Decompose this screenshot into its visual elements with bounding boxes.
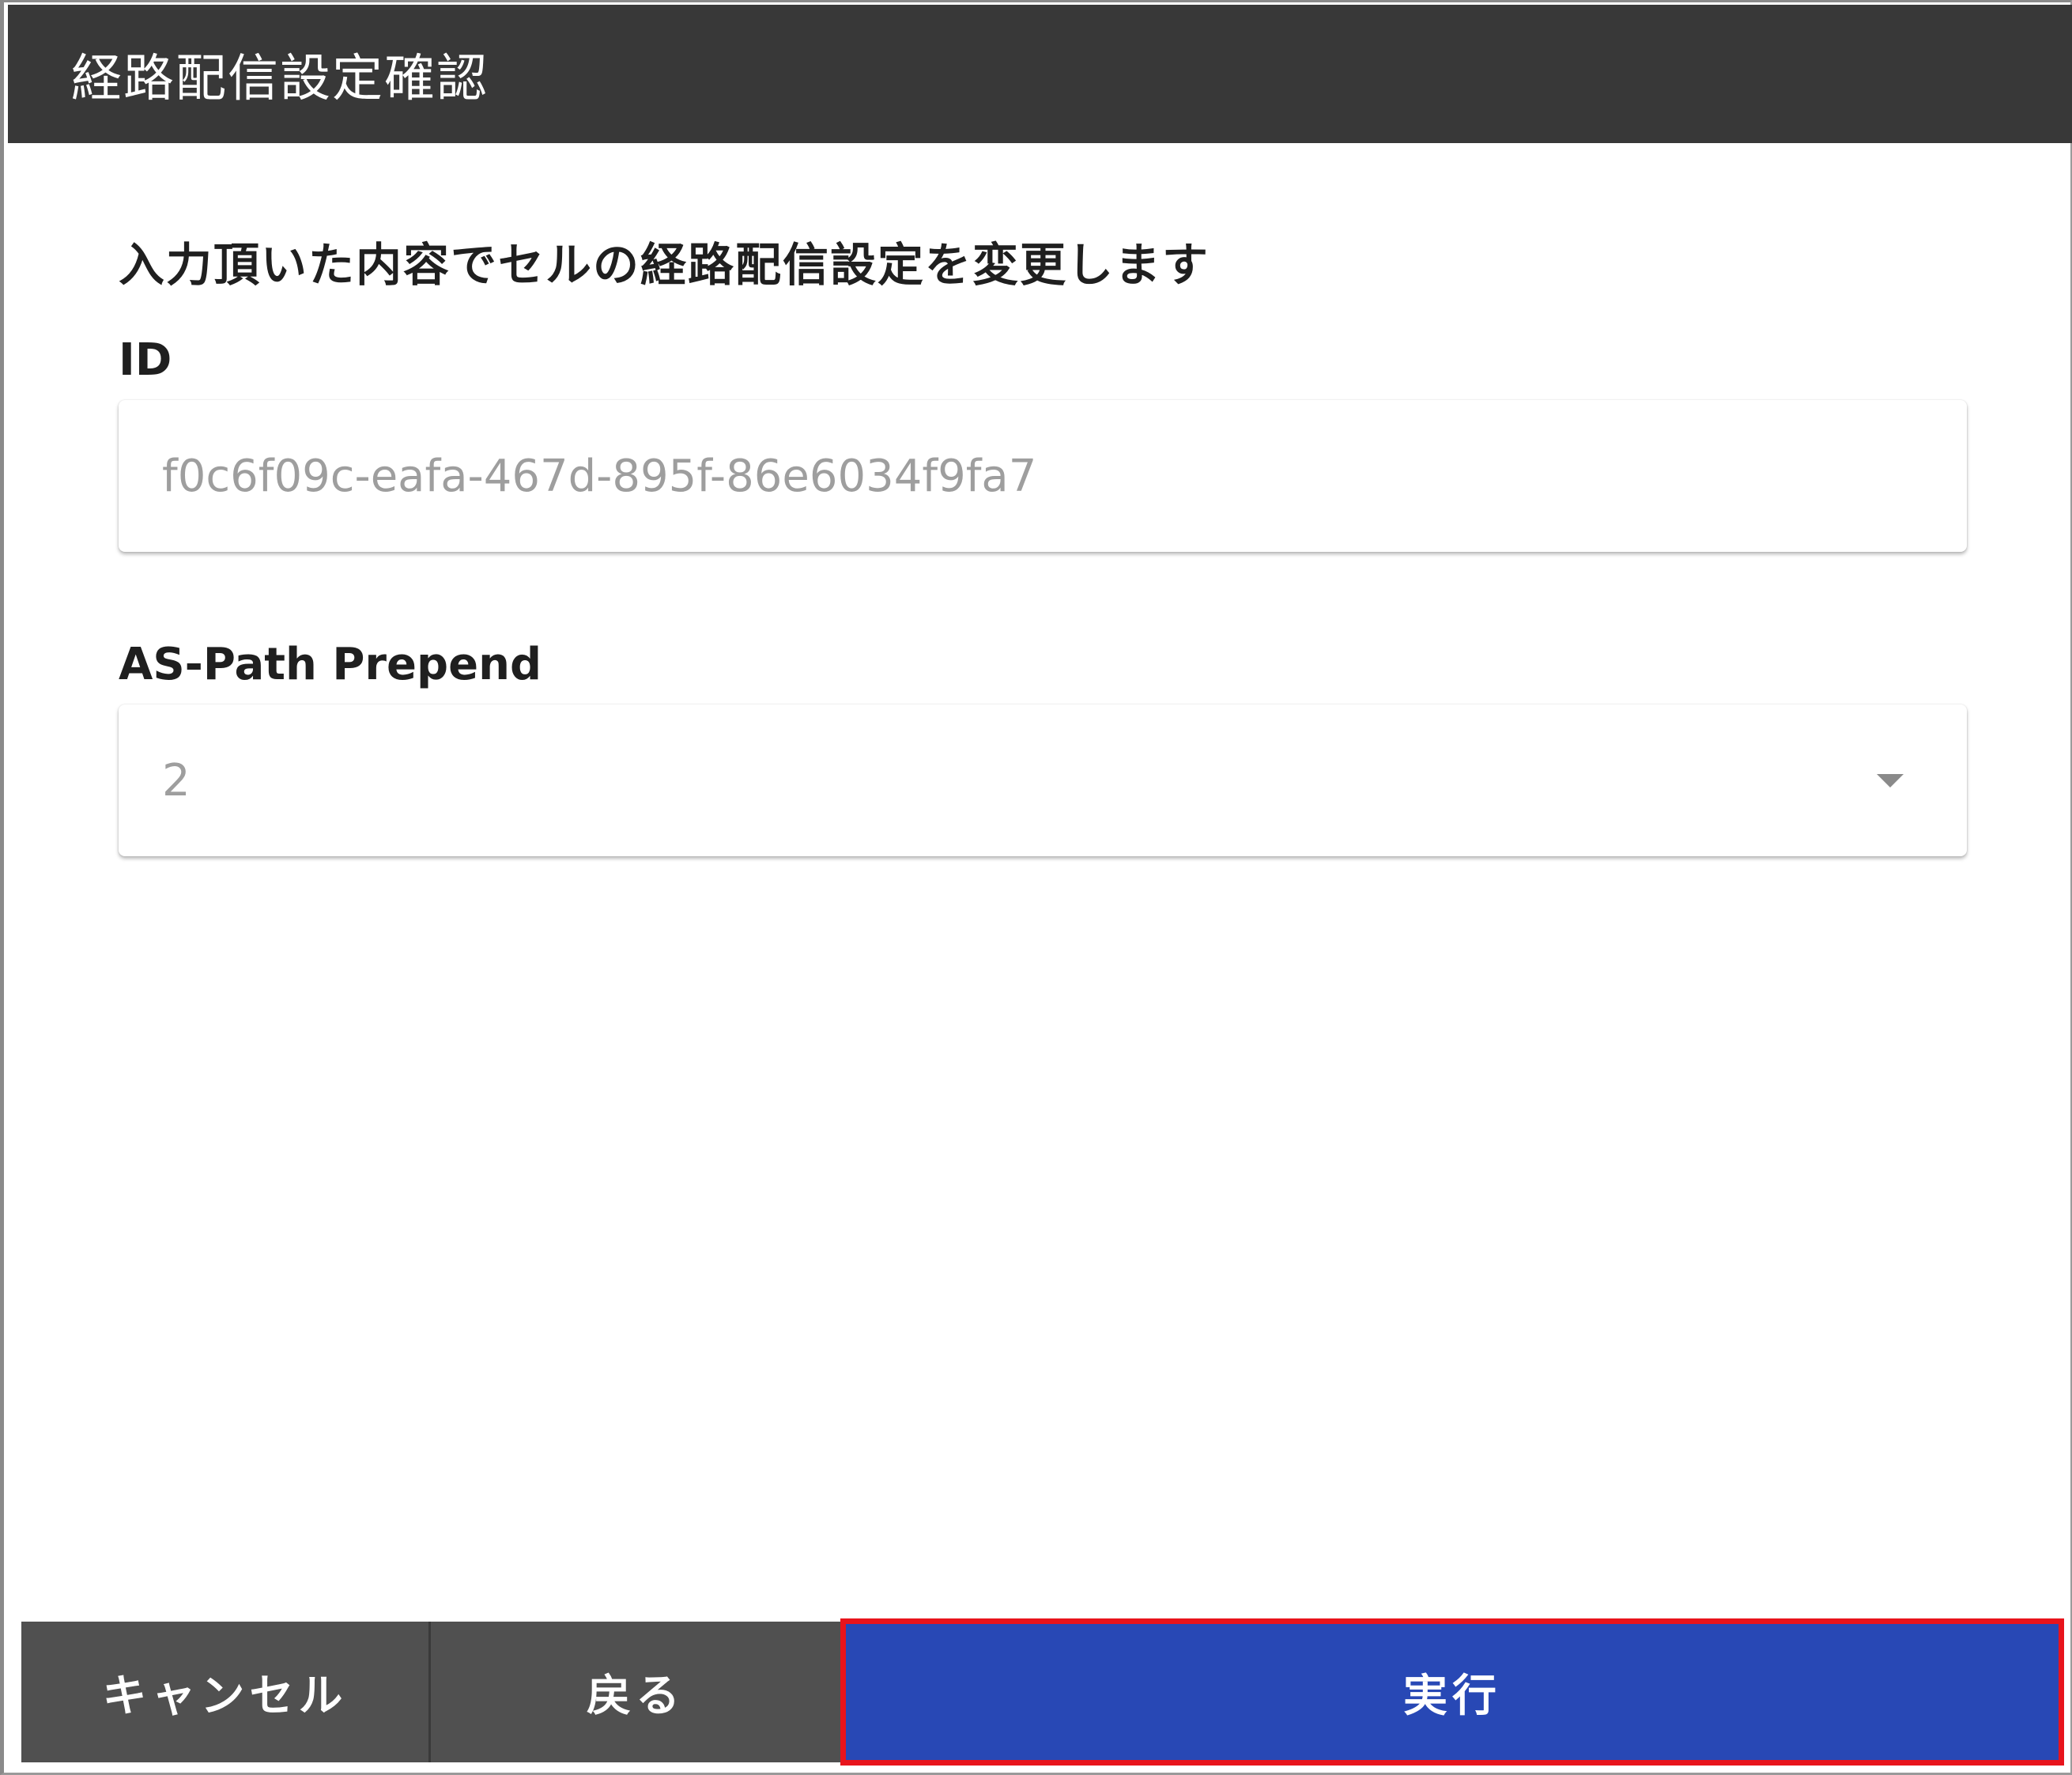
cancel-button[interactable]: キャンセル — [21, 1622, 431, 1762]
dialog-header: 経路配信設定確認 — [8, 5, 2072, 143]
id-value: f0c6f09c-eafa-467d-895f-86e6034f9fa7 — [162, 450, 1037, 502]
confirm-message: 入力頂いた内容でセルの経路配信設定を変更します — [119, 238, 1210, 292]
dialog-title: 経路配信設定確認 — [71, 49, 489, 108]
as-path-prepend-select[interactable]: 2 — [119, 704, 1967, 856]
dialog-footer: キャンセル 戻る 実行 — [21, 1618, 2064, 1766]
back-button[interactable]: 戻る — [431, 1622, 840, 1762]
chevron-down-icon[interactable] — [1877, 773, 1904, 787]
execute-button[interactable]: 実行 — [840, 1618, 2064, 1766]
as-path-prepend-value: 2 — [162, 754, 191, 806]
confirm-dialog: 経路配信設定確認 入力頂いた内容でセルの経路配信設定を変更します ID f0c6… — [0, 0, 2072, 1775]
id-field: f0c6f09c-eafa-467d-895f-86e6034f9fa7 — [119, 400, 1967, 552]
id-label: ID — [119, 334, 172, 386]
as-path-prepend-label: AS-Path Prepend — [119, 639, 542, 690]
